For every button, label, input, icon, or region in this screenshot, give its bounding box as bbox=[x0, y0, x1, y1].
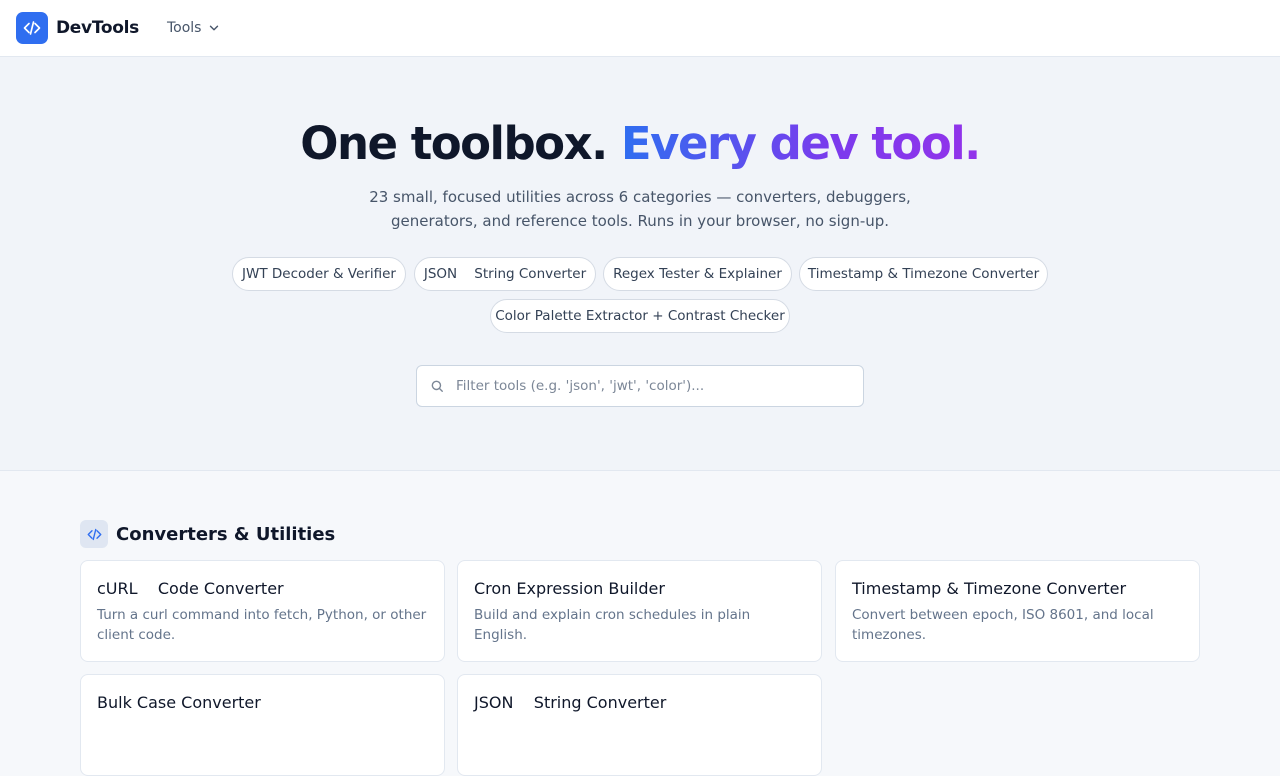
featured-chip-jwt[interactable]: JWT Decoder & Verifier bbox=[232, 257, 406, 291]
headline-accent: Every dev tool. bbox=[620, 117, 981, 170]
featured-chip-timestamp[interactable]: Timestamp & Timezone Converter bbox=[799, 257, 1048, 291]
search-icon bbox=[431, 380, 443, 392]
tool-card-description: Turn a curl command into fetch, Python, … bbox=[97, 607, 427, 643]
tool-card-title: Cron Expression Builder bbox=[474, 579, 665, 598]
section-title: Converters & Utilities bbox=[116, 523, 336, 545]
brand-name[interactable]: DevTools bbox=[56, 18, 139, 38]
tool-card-json-string[interactable]: JSON String Converter bbox=[457, 674, 822, 776]
tools-menu-label: Tools bbox=[166, 20, 202, 36]
tool-card-title: Timestamp & Timezone Converter bbox=[852, 579, 1127, 598]
tool-card-title: cURL Code Converter bbox=[97, 579, 284, 598]
featured-chip-regex[interactable]: Regex Tester & Explainer bbox=[603, 257, 792, 291]
hero-subtitle: 23 small, focused utilities across 6 cat… bbox=[369, 188, 911, 230]
tool-card-cron[interactable]: Cron Expression Builder Build and explai… bbox=[457, 560, 822, 662]
code-icon bbox=[87, 528, 101, 540]
featured-chip-json-string[interactable]: JSON String Converter bbox=[414, 257, 596, 291]
tool-card-description: Convert between epoch, ISO 8601, and loc… bbox=[852, 607, 1154, 643]
code-icon bbox=[23, 21, 41, 35]
search-input[interactable] bbox=[456, 378, 846, 394]
section-header: Converters & Utilities bbox=[80, 520, 335, 548]
headline-plain: One toolbox. bbox=[300, 117, 608, 170]
top-nav: DevTools Tools bbox=[0, 0, 1280, 57]
tools-menu[interactable]: Tools bbox=[167, 20, 222, 36]
tool-card-title: Bulk Case Converter bbox=[97, 693, 261, 712]
page-title: One toolbox. Every dev tool. bbox=[0, 117, 1280, 170]
tool-card-curl[interactable]: cURL Code Converter Turn a curl command … bbox=[80, 560, 445, 662]
tool-card-bulk-case[interactable]: Bulk Case Converter bbox=[80, 674, 445, 776]
section-icon-box bbox=[80, 520, 108, 548]
tool-card-description: Build and explain cron schedules in plai… bbox=[474, 607, 751, 643]
tool-card-title: JSON String Converter bbox=[474, 693, 667, 712]
tool-card-timestamp[interactable]: Timestamp & Timezone Converter Convert b… bbox=[835, 560, 1200, 662]
search-box[interactable] bbox=[416, 365, 864, 407]
hero: One toolbox. Every dev tool. 23 small, f… bbox=[0, 57, 1280, 471]
chevron-down-icon bbox=[210, 25, 219, 31]
featured-chip-color-palette[interactable]: Color Palette Extractor + Contrast Check… bbox=[490, 299, 790, 333]
logo[interactable] bbox=[16, 12, 48, 44]
